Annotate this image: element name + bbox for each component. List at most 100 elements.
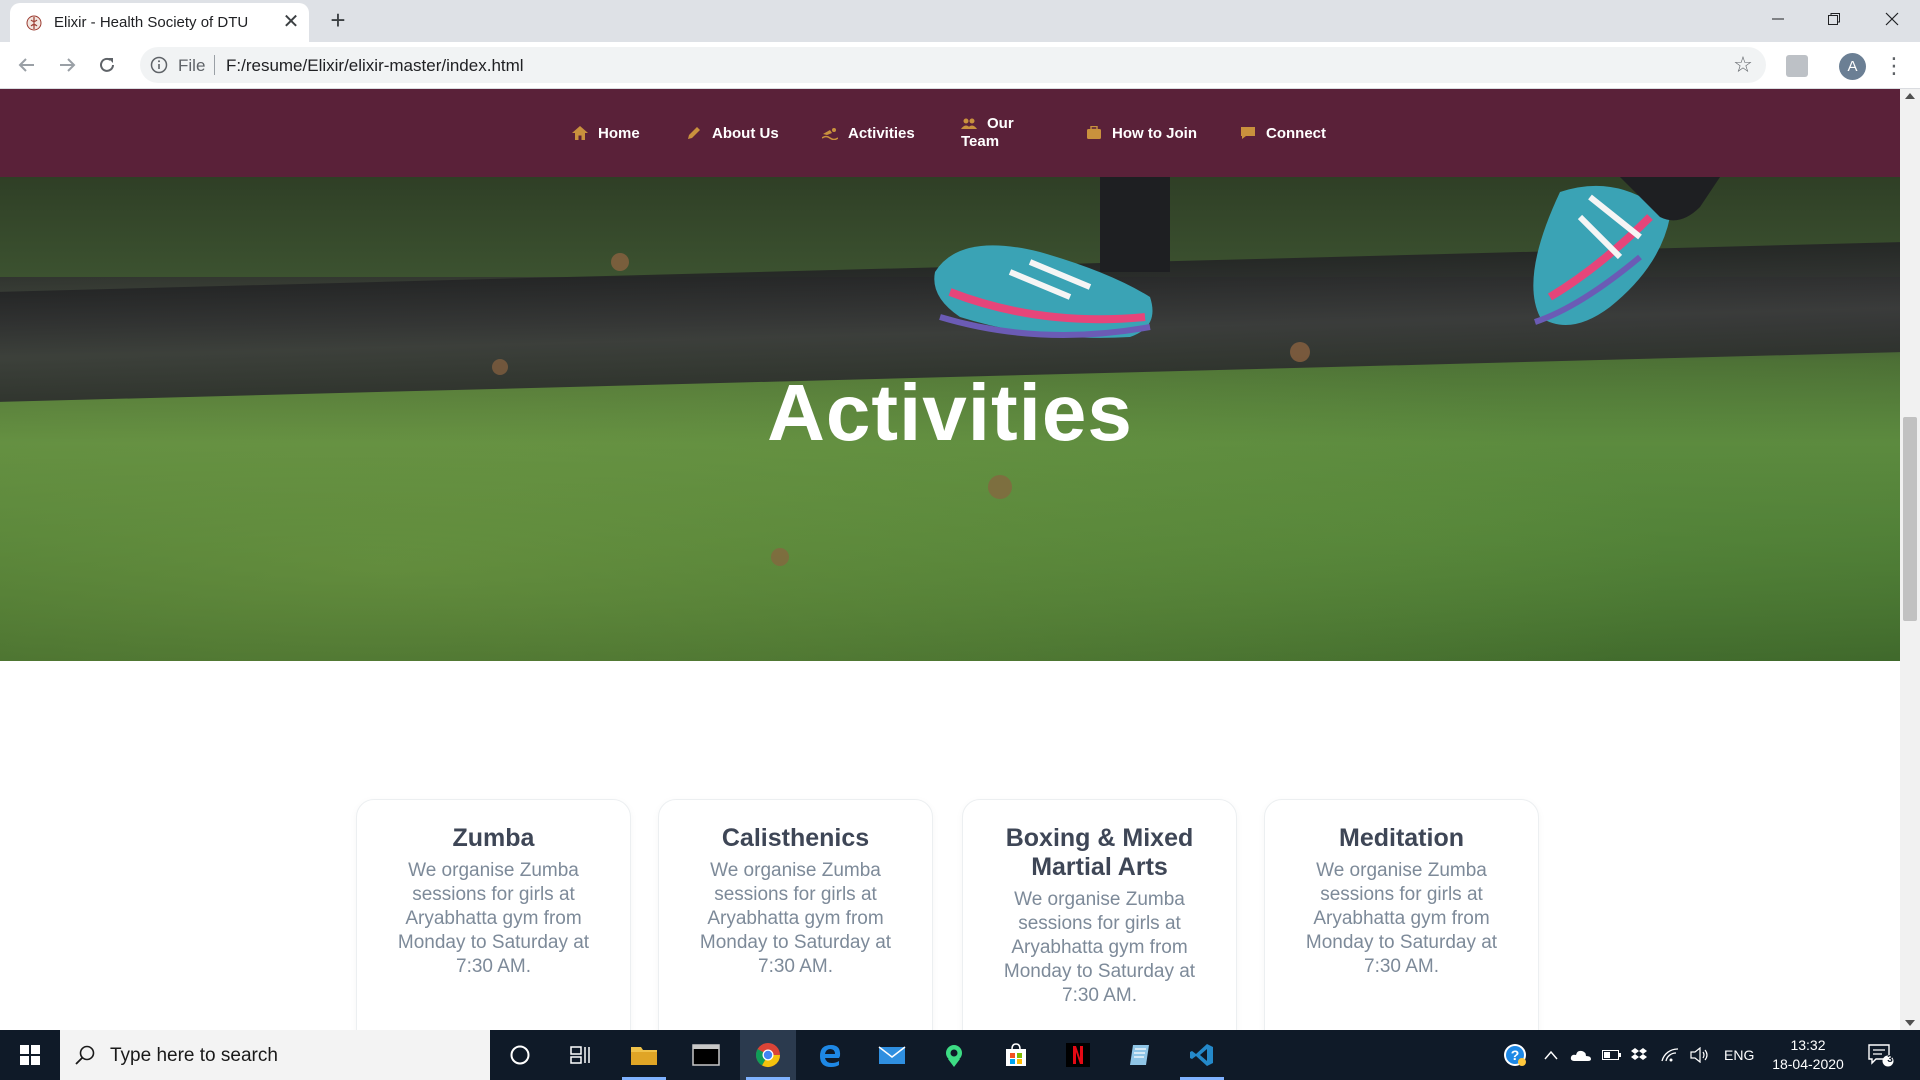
nav-team-label-line2: Team <box>961 133 1000 150</box>
card-description: We organise Zumba sessions for girls at … <box>1305 860 1498 977</box>
elixir-favicon-icon <box>26 15 42 31</box>
store-app[interactable] <box>988 1030 1044 1080</box>
cortana-button[interactable] <box>492 1030 548 1080</box>
site-navbar: Home About Us Activities Our Team How to… <box>0 89 1900 177</box>
tab-title: Elixir - Health Society of DTU <box>54 14 249 31</box>
show-hidden-icons-button[interactable] <box>1544 1030 1558 1080</box>
chrome-icon <box>755 1043 780 1068</box>
action-center-button[interactable]: 3 <box>1868 1030 1894 1080</box>
forward-button[interactable] <box>52 50 82 80</box>
back-button[interactable] <box>12 50 42 80</box>
help-tray-icon[interactable]: ? <box>1502 1030 1528 1080</box>
scrollbar-thumb[interactable] <box>1903 417 1917 621</box>
task-view-icon <box>570 1046 590 1064</box>
start-button[interactable] <box>0 1030 60 1080</box>
address-separator <box>214 55 215 75</box>
hero-banner: Activities <box>0 177 1900 661</box>
profile-avatar[interactable]: A <box>1839 53 1866 80</box>
edge-icon <box>820 1045 841 1067</box>
address-scheme-label: File <box>178 56 206 75</box>
nav-activities[interactable]: Activities <box>822 89 915 177</box>
chevron-up-icon <box>1544 1050 1558 1060</box>
vscode-icon <box>1190 1044 1213 1066</box>
close-window-button[interactable] <box>1864 0 1920 38</box>
extension-icon[interactable] <box>1786 55 1808 77</box>
svg-text:?: ? <box>1511 1047 1520 1063</box>
map-pin-icon <box>946 1045 962 1067</box>
wifi-tray-icon[interactable] <box>1660 1030 1680 1080</box>
nav-connect-label: Connect <box>1266 124 1326 142</box>
windows-logo-icon <box>20 1045 40 1065</box>
close-icon <box>1885 12 1899 26</box>
edge-app[interactable] <box>802 1030 858 1080</box>
nav-home[interactable]: Home <box>572 89 640 177</box>
hero-title: Activities <box>767 368 1133 457</box>
mail-icon <box>878 1046 906 1064</box>
browser-tab[interactable]: Elixir - Health Society of DTU ✕ <box>10 3 309 42</box>
terminal-icon <box>692 1044 720 1066</box>
task-view-button[interactable] <box>552 1030 608 1080</box>
card-description: We organise Zumba sessions for girls at … <box>397 860 590 977</box>
vscode-app[interactable] <box>1174 1030 1230 1080</box>
activity-cards: Zumba We organise Zumba sessions for gir… <box>0 799 1900 1030</box>
search-icon <box>75 1045 95 1065</box>
browser-toolbar: File F:/resume/Elixir/elixir-master/inde… <box>0 42 1920 89</box>
nav-team-row: Our <box>961 115 1014 133</box>
speaker-icon <box>1690 1047 1708 1063</box>
reload-icon <box>100 57 114 72</box>
battery-tray-icon[interactable] <box>1602 1030 1622 1080</box>
restore-icon <box>1828 13 1840 25</box>
maps-app[interactable] <box>926 1030 982 1080</box>
terminal-app[interactable] <box>678 1030 734 1080</box>
volume-tray-icon[interactable] <box>1690 1030 1710 1080</box>
help-icon: ? <box>1504 1044 1526 1066</box>
minimize-window-button[interactable] <box>1750 0 1806 38</box>
nav-about[interactable]: About Us <box>686 89 779 177</box>
reload-button[interactable] <box>92 50 122 80</box>
scroll-up-arrow-icon[interactable] <box>1905 93 1915 99</box>
info-icon[interactable] <box>150 56 168 74</box>
file-explorer-app[interactable] <box>616 1030 672 1080</box>
restore-window-button[interactable] <box>1806 0 1862 38</box>
notification-count-badge: 3 <box>1887 1054 1893 1065</box>
notepad-icon <box>1130 1045 1149 1065</box>
onedrive-tray-icon[interactable] <box>1570 1030 1592 1080</box>
browser-tab-strip: Elixir - Health Society of DTU ✕ + <box>0 0 1920 42</box>
chrome-app[interactable] <box>740 1030 796 1080</box>
store-icon <box>1006 1043 1026 1066</box>
taskbar-clock[interactable]: 13:32 18-04-2020 <box>1768 1036 1848 1074</box>
dropbox-tray-icon[interactable] <box>1630 1030 1648 1080</box>
nav-home-label: Home <box>598 124 640 142</box>
nav-team-label-line1: Our <box>987 115 1014 132</box>
nav-team[interactable]: Our Team <box>961 89 1014 177</box>
scroll-down-arrow-icon[interactable] <box>1905 1020 1915 1026</box>
battery-icon <box>1602 1050 1621 1060</box>
address-bar[interactable]: File F:/resume/Elixir/elixir-master/inde… <box>140 47 1766 83</box>
card-title: Meditation <box>1339 824 1464 852</box>
home-icon <box>572 126 588 140</box>
card-title: Calisthenics <box>721 824 870 852</box>
card-description: We organise Zumba sessions for girls at … <box>1003 889 1196 1006</box>
nav-join[interactable]: How to Join <box>1086 89 1197 177</box>
arrow-left-icon <box>18 58 34 72</box>
minimize-icon <box>1772 18 1784 20</box>
nav-about-label: About Us <box>712 124 779 142</box>
tab-close-button[interactable]: ✕ <box>280 11 302 33</box>
activity-card-meditation: Meditation We organise Zumba sessions fo… <box>1264 799 1539 1030</box>
card-title: Boxing & Mixed Martial Arts <box>1005 824 1194 881</box>
swimmer-icon <box>822 128 838 140</box>
language-indicator[interactable]: ENG <box>1724 1030 1754 1080</box>
new-tab-button[interactable]: + <box>324 7 352 35</box>
nav-connect[interactable]: Connect <box>1240 89 1326 177</box>
address-url[interactable]: F:/resume/Elixir/elixir-master/index.htm… <box>226 56 524 76</box>
browser-menu-icon[interactable]: ⋮ <box>1883 52 1905 80</box>
netflix-app[interactable] <box>1050 1030 1106 1080</box>
taskbar-search-box[interactable]: Type here to search <box>60 1030 490 1080</box>
card-title: Zumba <box>452 824 535 852</box>
pencil-icon <box>688 127 700 139</box>
notepad-app[interactable] <box>1112 1030 1168 1080</box>
mail-app[interactable] <box>864 1030 920 1080</box>
bookmark-star-icon[interactable]: ☆ <box>1732 54 1754 76</box>
cloud-icon <box>1570 1050 1591 1061</box>
page-scrollbar[interactable] <box>1900 89 1920 1030</box>
